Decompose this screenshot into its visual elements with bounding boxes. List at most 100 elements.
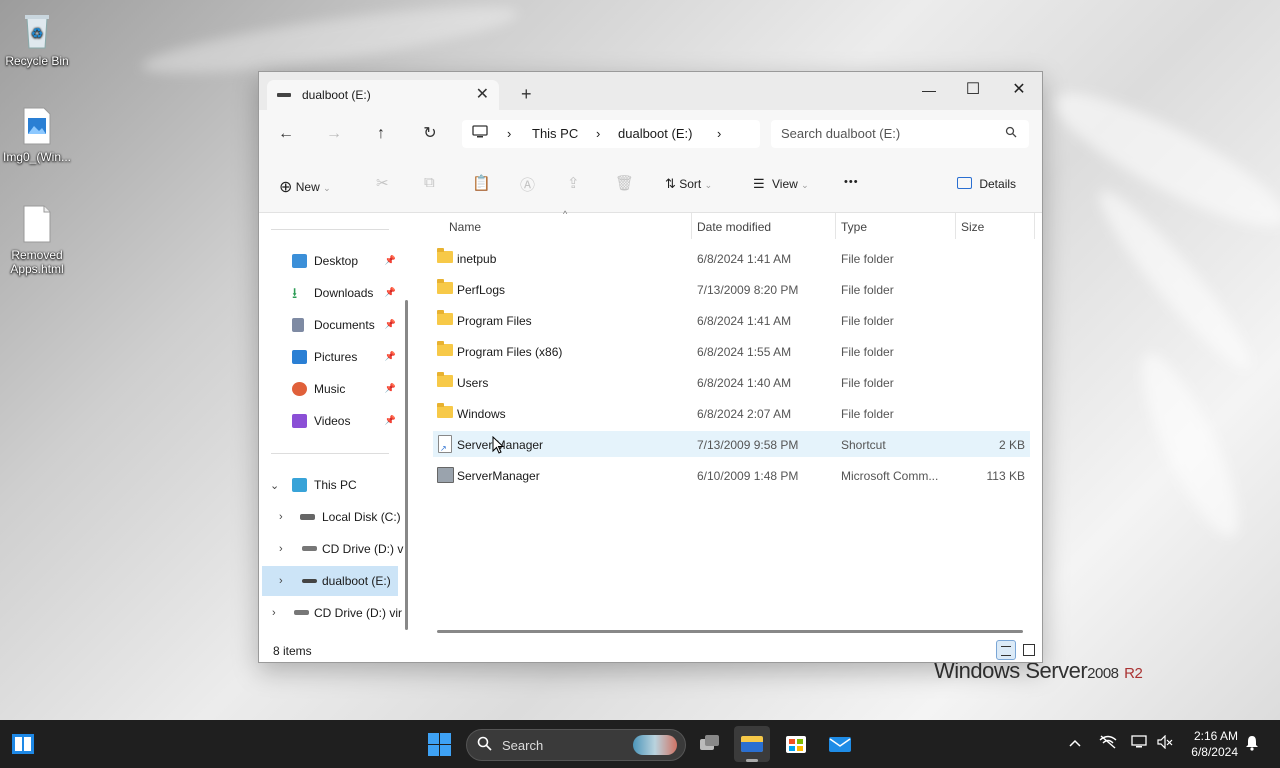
- column-divider[interactable]: [691, 213, 692, 239]
- desktop-icon-image-file[interactable]: Img0_(Win...: [2, 106, 72, 164]
- rename-icon[interactable]: Ⓐ: [520, 174, 535, 195]
- sidebar-item-label: This PC: [314, 478, 357, 492]
- sidebar-item-music[interactable]: Music 📌: [262, 374, 398, 404]
- file-row[interactable]: PerfLogs 7/13/2009 8:20 PM File folder: [433, 276, 1030, 302]
- sidebar-item-videos[interactable]: Videos 📌: [262, 406, 398, 436]
- volume-muted-icon[interactable]: [1157, 734, 1173, 752]
- desktop-icon-recycle-bin[interactable]: ♻ Recycle Bin: [2, 10, 72, 68]
- address-bar[interactable]: › This PC › dualboot (E:) ›: [462, 120, 760, 148]
- share-icon[interactable]: ⇪: [567, 174, 580, 192]
- search-input[interactable]: Search dualboot (E:): [781, 126, 900, 141]
- pin-icon[interactable]: 📌: [385, 287, 396, 298]
- column-divider[interactable]: [955, 213, 956, 239]
- view-button[interactable]: ☰ View ⌄: [753, 176, 809, 192]
- tiles-view-icon: [1023, 644, 1035, 656]
- sidebar-item-label: CD Drive (D:) vir: [314, 606, 402, 620]
- network-disconnected-icon[interactable]: [1099, 735, 1117, 752]
- chevron-down-icon: ⌄: [323, 183, 331, 193]
- file-type: File folder: [841, 252, 894, 266]
- new-label: New: [295, 180, 320, 194]
- pin-icon[interactable]: 📌: [385, 351, 396, 362]
- forward-button[interactable]: →: [320, 122, 348, 146]
- display-icon[interactable]: [1131, 735, 1147, 752]
- close-window-button[interactable]: ✕: [999, 76, 1039, 104]
- more-options-button[interactable]: •••: [844, 176, 859, 188]
- sidebar-item-dualboot-e[interactable]: › dualboot (E:): [262, 566, 398, 596]
- large-icons-view-button[interactable]: [1019, 640, 1039, 660]
- file-row[interactable]: Program Files 6/8/2024 1:41 AM File fold…: [433, 307, 1030, 333]
- microsoft-store-icon[interactable]: [778, 726, 814, 762]
- chevron-right-icon[interactable]: ›: [279, 511, 283, 523]
- pin-icon[interactable]: 📌: [385, 255, 396, 266]
- pin-icon[interactable]: 📌: [385, 415, 396, 426]
- tab-dualboot[interactable]: dualboot (E:) ✕: [267, 80, 499, 110]
- taskbar-search-label: Search: [502, 738, 544, 753]
- svg-text:♻: ♻: [31, 25, 44, 41]
- sidebar-item-label: Pictures: [314, 350, 358, 364]
- refresh-button[interactable]: ↻: [416, 122, 444, 146]
- sidebar-item-local-disk-c[interactable]: › Local Disk (C:): [262, 502, 401, 532]
- desktop-icon-html-file[interactable]: Removed Apps.html: [2, 204, 72, 276]
- windows-start-icon[interactable]: [428, 733, 451, 756]
- mail-icon[interactable]: [822, 726, 858, 762]
- column-header-name[interactable]: Name: [449, 220, 481, 234]
- pin-icon[interactable]: 📌: [385, 383, 396, 394]
- search-box[interactable]: Search dualboot (E:): [771, 120, 1029, 148]
- sidebar-item-downloads[interactable]: ⭳ Downloads 📌: [262, 278, 398, 308]
- sort-label: Sort: [679, 177, 702, 191]
- sidebar-scrollbar[interactable]: [405, 300, 408, 630]
- maximize-button[interactable]: ☐: [953, 76, 993, 104]
- sidebar-item-desktop[interactable]: Desktop 📌: [262, 246, 398, 276]
- file-row[interactable]: ServerManager 6/10/2009 1:48 PM Microsof…: [433, 462, 1030, 488]
- breadcrumb-expand-chevron[interactable]: ›: [717, 126, 721, 141]
- file-type: File folder: [841, 345, 894, 359]
- tab-close-button[interactable]: ✕: [476, 84, 489, 104]
- file-row[interactable]: Windows 6/8/2024 2:07 AM File folder: [433, 400, 1030, 426]
- navigation-pane: Desktop 📌 ⭳ Downloads 📌 Documents 📌 Pict…: [259, 213, 414, 639]
- chevron-right-icon[interactable]: ›: [279, 575, 283, 587]
- back-button[interactable]: ←: [272, 122, 300, 146]
- column-header-type[interactable]: Type: [841, 220, 867, 234]
- chevron-down-icon[interactable]: ⌄: [270, 479, 279, 492]
- sidebar-item-cd-drive-d[interactable]: › CD Drive (D:) v: [262, 534, 403, 564]
- sidebar-item-pictures[interactable]: Pictures 📌: [262, 342, 398, 372]
- details-pane-button[interactable]: Details: [957, 176, 1016, 191]
- file-explorer-taskbar-icon[interactable]: [734, 726, 770, 762]
- show-hidden-icons-chevron-up-icon[interactable]: [1069, 735, 1081, 750]
- mouse-cursor-icon: [492, 436, 504, 454]
- system-clock[interactable]: 2:16 AM 6/8/2024: [1186, 728, 1238, 760]
- sidebar-item-documents[interactable]: Documents 📌: [262, 310, 398, 340]
- copy-icon[interactable]: ⧉: [424, 174, 435, 191]
- chevron-right-icon[interactable]: ›: [272, 607, 276, 619]
- sidebar-item-this-pc[interactable]: ⌄ This PC: [262, 470, 398, 500]
- sort-button[interactable]: ⇅ Sort ⌄: [665, 176, 712, 192]
- server-manager-taskbar-icon[interactable]: [12, 734, 34, 754]
- horizontal-scrollbar[interactable]: [437, 630, 1023, 633]
- task-view-icon[interactable]: [691, 726, 727, 762]
- column-divider[interactable]: [1034, 213, 1035, 239]
- paste-icon[interactable]: 📋: [472, 174, 491, 192]
- up-button[interactable]: ↑: [367, 122, 395, 146]
- new-button[interactable]: ⊕ New ⌄: [279, 176, 331, 196]
- chevron-right-icon[interactable]: ›: [279, 543, 283, 555]
- music-icon: [292, 382, 307, 396]
- breadcrumb-dualboot[interactable]: dualboot (E:): [618, 126, 692, 141]
- column-header-size[interactable]: Size: [961, 220, 984, 234]
- file-row[interactable]: Program Files (x86) 6/8/2024 1:55 AM Fil…: [433, 338, 1030, 364]
- column-divider[interactable]: [835, 213, 836, 239]
- delete-icon[interactable]: 🗑: [615, 174, 634, 192]
- cut-icon[interactable]: ✂: [376, 174, 389, 192]
- notification-bell-icon[interactable]: [1245, 735, 1259, 754]
- column-header-date[interactable]: Date modified: [697, 220, 771, 234]
- new-tab-button[interactable]: +: [521, 84, 532, 105]
- details-view-button[interactable]: [996, 640, 1016, 660]
- file-row[interactable]: inetpub 6/8/2024 1:41 AM File folder: [433, 245, 1030, 271]
- taskbar-search[interactable]: Search: [466, 729, 686, 761]
- minimize-button[interactable]: —: [909, 76, 949, 104]
- file-row[interactable]: ↗ Server Manager 7/13/2009 9:58 PM Short…: [433, 431, 1030, 457]
- breadcrumb-this-pc[interactable]: This PC: [532, 126, 578, 141]
- file-row[interactable]: Users 6/8/2024 1:40 AM File folder: [433, 369, 1030, 395]
- folder-icon: [437, 341, 453, 356]
- pin-icon[interactable]: 📌: [385, 319, 396, 330]
- sidebar-item-cd-drive-d-2[interactable]: › CD Drive (D:) vir: [262, 598, 402, 628]
